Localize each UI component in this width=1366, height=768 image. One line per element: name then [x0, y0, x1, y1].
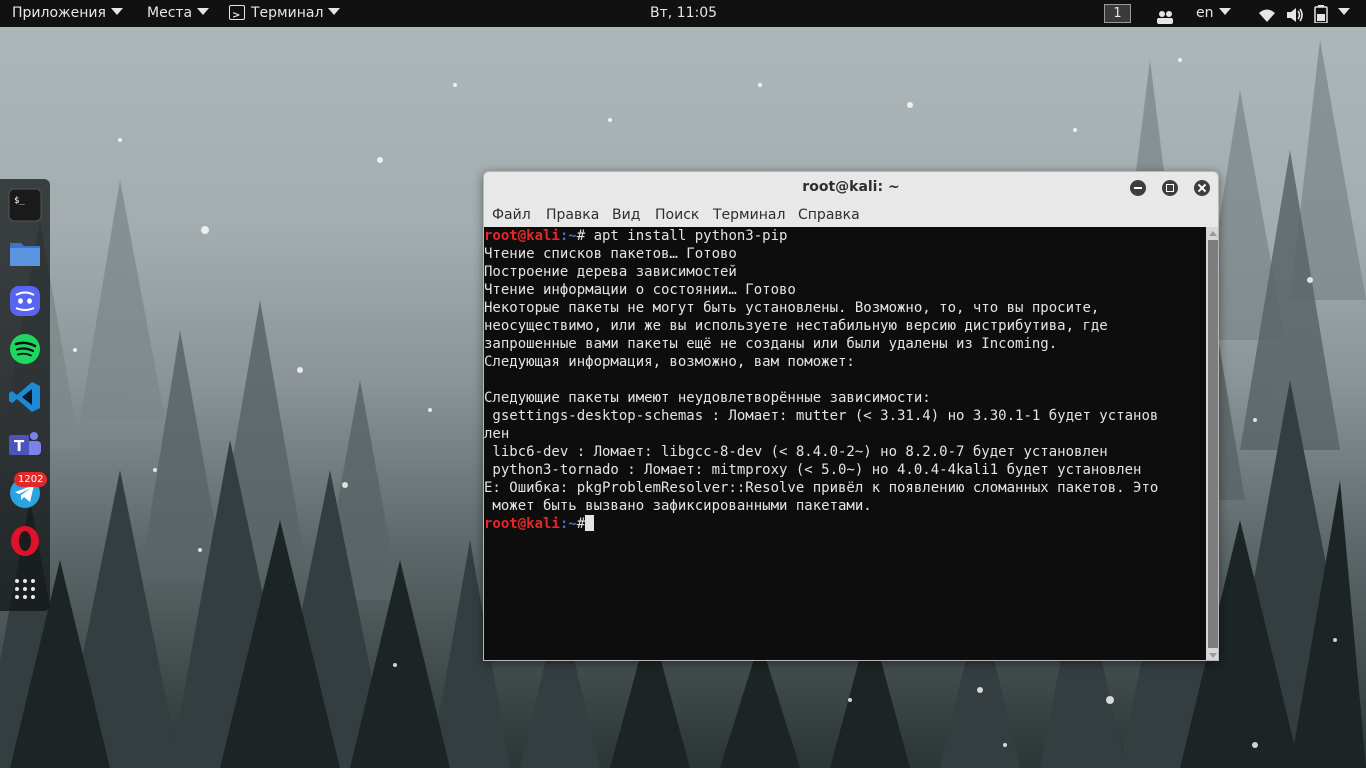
- svg-text:T: T: [14, 437, 25, 455]
- minimize-button[interactable]: [1130, 180, 1146, 196]
- command-line: root@kali:~# apt install python3-pip: [484, 227, 1206, 245]
- telegram-unread-badge: 1202: [14, 472, 48, 487]
- chevron-down-icon: [110, 8, 123, 15]
- top-panel: Приложения Места Терминал Вт, 11:05 1 en: [0, 0, 1366, 29]
- menu-terminal[interactable]: Терминал: [713, 204, 785, 226]
- terminal-icon: [229, 2, 245, 29]
- output-line: Некоторые пакеты не могут быть установле…: [484, 300, 1100, 316]
- menu-help[interactable]: Справка: [798, 204, 860, 226]
- volume-icon[interactable]: [1286, 6, 1304, 22]
- vscode-icon: [9, 382, 40, 412]
- dock-item-teams[interactable]: T: [7, 427, 43, 463]
- chevron-down-icon: [1338, 8, 1350, 15]
- output-line: может быть вызвано зафиксированными паке…: [484, 498, 872, 514]
- dock-item-vscode[interactable]: [7, 379, 43, 415]
- output-line: gsettings-desktop-schemas : Ломает: mutt…: [484, 408, 1159, 424]
- window-title: root@kali: ~: [802, 179, 900, 195]
- applications-label: Приложения: [12, 5, 106, 21]
- menu-edit[interactable]: Правка: [546, 204, 599, 226]
- prompt-symbol: #: [576, 228, 594, 244]
- scroll-up-arrow-icon[interactable]: [1209, 231, 1217, 236]
- clock[interactable]: Вт, 11:05: [650, 0, 717, 27]
- terminal-icon: $_: [8, 188, 42, 222]
- places-label: Места: [147, 5, 193, 21]
- svg-text:$_: $_: [14, 196, 25, 206]
- wifi-icon[interactable]: [1258, 6, 1276, 22]
- close-button[interactable]: [1194, 180, 1210, 196]
- window-titlebar[interactable]: root@kali: ~: [484, 172, 1218, 204]
- applications-menu[interactable]: Приложения: [12, 0, 123, 27]
- dock-item-files[interactable]: [7, 235, 43, 271]
- scrollbar-thumb[interactable]: [1208, 240, 1218, 648]
- prompt-path: :~: [559, 228, 577, 244]
- prompt-user: root@kali: [484, 228, 560, 244]
- chevron-down-icon: [197, 8, 210, 15]
- menu-file[interactable]: Файл: [492, 204, 531, 226]
- dock-item-terminal[interactable]: $_: [7, 187, 43, 223]
- output-line: Построение дерева зависимостей: [484, 264, 737, 280]
- output-line: E: Ошибка: pkgProblemResolver::Resolve п…: [484, 480, 1159, 496]
- menu-view[interactable]: Вид: [612, 204, 640, 226]
- menu-search[interactable]: Поиск: [655, 204, 699, 226]
- command-text: apt install python3-pip: [593, 228, 788, 244]
- dock: $_ T 1202: [0, 179, 50, 611]
- spotify-icon: [10, 334, 40, 364]
- scroll-down-arrow-icon[interactable]: [1209, 653, 1217, 658]
- output-line: Следующая информация, возможно, вам помо…: [484, 354, 855, 370]
- output-line: Чтение списков пакетов… Готово: [484, 246, 737, 262]
- chevron-down-icon: [1218, 8, 1231, 15]
- output-line: неосуществимо, или же вы используете нес…: [484, 318, 1108, 334]
- output-line: python3-tornado : Ломает: mitmproxy (< 5…: [484, 462, 1142, 478]
- keyboard-layout-label: en: [1196, 5, 1214, 21]
- battery-icon[interactable]: [1314, 5, 1328, 24]
- system-menu[interactable]: [1333, 0, 1350, 27]
- scrollbar[interactable]: [1206, 227, 1218, 660]
- grid-icon: [15, 579, 35, 599]
- dock-item-spotify[interactable]: [7, 331, 43, 367]
- prompt-line: root@kali:~#: [484, 515, 1206, 533]
- keyboard-layout-menu[interactable]: en: [1196, 0, 1231, 27]
- dock-item-show-apps[interactable]: [7, 571, 43, 607]
- active-app-label: Терминал: [251, 5, 324, 21]
- user-switch-icon[interactable]: [1156, 7, 1174, 24]
- active-app-menu[interactable]: Терминал: [229, 0, 341, 29]
- prompt-symbol: #: [576, 516, 586, 532]
- places-menu[interactable]: Места: [147, 0, 210, 27]
- prompt-path: :~: [559, 516, 577, 532]
- menubar: Файл Правка Вид Поиск Терминал Справка: [484, 204, 1218, 227]
- workspace-indicator[interactable]: 1: [1104, 4, 1131, 23]
- discord-icon: [10, 286, 40, 316]
- output-line: Чтение информации о состоянии… Готово: [484, 282, 796, 298]
- dock-item-opera[interactable]: [7, 523, 43, 559]
- output-line: libc6-dev : Ломает: libgcc-8-dev (< 8.4.…: [484, 444, 1108, 460]
- output-line: запрошенные вами пакеты ещё не созданы и…: [484, 336, 1058, 352]
- terminal-window[interactable]: root@kali: ~ Файл Правка Вид Поиск Терми…: [483, 171, 1219, 661]
- terminal-output[interactable]: root@kali:~# apt install python3-pip Чте…: [484, 227, 1206, 660]
- opera-icon: [11, 526, 39, 556]
- teams-icon: T: [9, 432, 41, 455]
- chevron-down-icon: [328, 8, 341, 15]
- output-line: Следующие пакеты имеют неудовлетворённые…: [484, 390, 931, 406]
- text-cursor: [585, 515, 595, 531]
- prompt-user: root@kali: [484, 516, 560, 532]
- folder-icon: [10, 243, 40, 266]
- maximize-button[interactable]: [1162, 180, 1178, 196]
- dock-item-discord[interactable]: [7, 283, 43, 319]
- output-line: лен: [484, 426, 510, 442]
